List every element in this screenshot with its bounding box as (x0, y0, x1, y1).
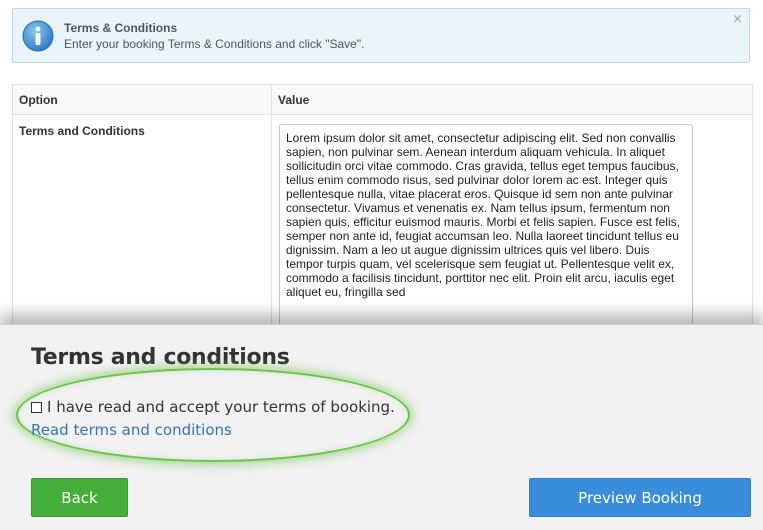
panel-title: Terms and conditions (31, 345, 290, 370)
preview-booking-button[interactable]: Preview Booking (529, 478, 751, 517)
close-icon[interactable]: × (732, 13, 743, 26)
accept-label: I have read and accept your terms of boo… (47, 398, 395, 416)
info-banner: Terms & Conditions Enter your booking Te… (12, 8, 750, 63)
read-terms-link[interactable]: Read terms and conditions (31, 421, 232, 439)
info-text: Enter your booking Terms & Conditions an… (64, 37, 365, 51)
accept-terms-row[interactable]: I have read and accept your terms of boo… (31, 398, 395, 416)
accept-checkbox[interactable] (31, 401, 42, 413)
back-button[interactable]: Back (31, 478, 128, 517)
info-title: Terms & Conditions (64, 21, 178, 35)
terms-panel: Terms and conditions I have read and acc… (0, 324, 763, 530)
column-header-value: Value (271, 84, 753, 115)
table-header-row: Option Value (12, 84, 753, 115)
column-header-option: Option (12, 84, 272, 115)
info-icon (22, 20, 54, 52)
